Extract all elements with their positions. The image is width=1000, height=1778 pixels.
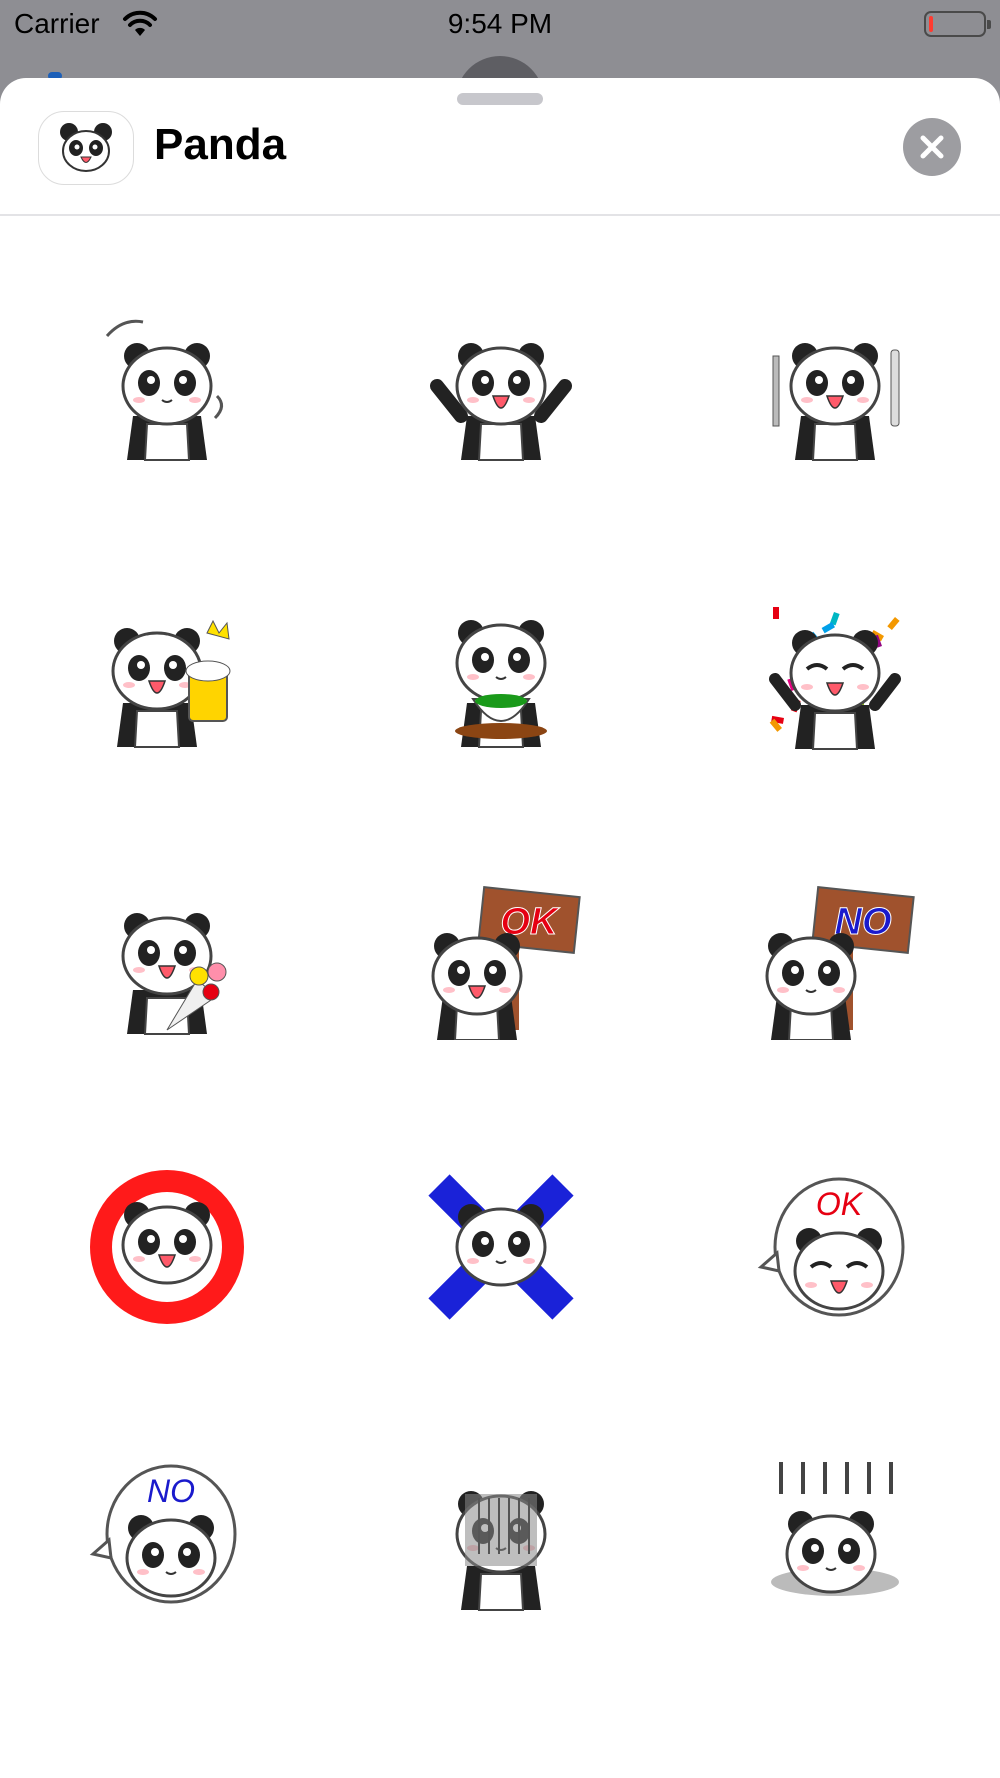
sticker-panda-no-bubble[interactable]: NO <box>0 1390 334 1677</box>
panda-fallen-icon <box>771 1461 899 1596</box>
sticker-grid: OK NO OK NO <box>0 242 1000 1677</box>
sticker-panda-circle[interactable] <box>0 1103 334 1390</box>
close-button[interactable] <box>903 118 961 176</box>
panda-cross-icon <box>428 1173 574 1320</box>
panda-face-icon[interactable] <box>38 111 134 185</box>
status-bar: Carrier 9:54 PM <box>0 0 1000 50</box>
sticker-panda-waving[interactable] <box>0 242 334 529</box>
bubble-text: OK <box>816 1186 864 1222</box>
sticker-panda-fork-knife[interactable] <box>668 242 1000 529</box>
panda-gloomy-icon <box>455 1490 547 1611</box>
sticker-panda-cross[interactable] <box>334 1103 668 1390</box>
sticker-panda-no-sign[interactable]: NO <box>668 816 1000 1103</box>
panda-waving-icon <box>105 319 223 461</box>
sticker-panda-beer[interactable] <box>0 529 334 816</box>
close-icon <box>920 135 944 159</box>
sheet-header: Panda <box>0 78 1000 216</box>
panda-bouquet-icon <box>121 912 227 1035</box>
sticker-panda-ok-bubble[interactable]: OK <box>668 1103 1000 1390</box>
panda-sign-icon: OK <box>431 885 581 1040</box>
panda-sign-icon: NO <box>765 885 915 1040</box>
panda-fork-knife-icon <box>772 342 900 461</box>
panda-tea-icon <box>455 619 547 748</box>
sticker-panda-bouquet[interactable] <box>0 816 334 1103</box>
panda-bubble-icon: OK <box>757 1177 905 1316</box>
panda-cheering-icon <box>430 342 572 461</box>
sticker-panda-ok-sign[interactable]: OK <box>334 816 668 1103</box>
app-title: Panda <box>154 120 287 169</box>
sticker-panda-cheering[interactable] <box>334 242 668 529</box>
sticker-panda-fallen[interactable] <box>668 1390 1000 1677</box>
panda-face-graphic <box>60 123 112 172</box>
bubble-text: NO <box>147 1473 195 1509</box>
panda-confetti-icon <box>769 602 901 750</box>
panda-beer-icon <box>111 619 231 748</box>
clock: 9:54 PM <box>447 8 553 39</box>
panda-bubble-icon: NO <box>89 1464 237 1603</box>
sticker-panda-gloomy[interactable] <box>334 1390 668 1677</box>
battery-icon <box>924 11 991 37</box>
sticker-panda-tea[interactable] <box>334 529 668 816</box>
sticker-panda-confetti[interactable] <box>668 529 1000 816</box>
panda-circle-icon <box>90 1169 244 1324</box>
